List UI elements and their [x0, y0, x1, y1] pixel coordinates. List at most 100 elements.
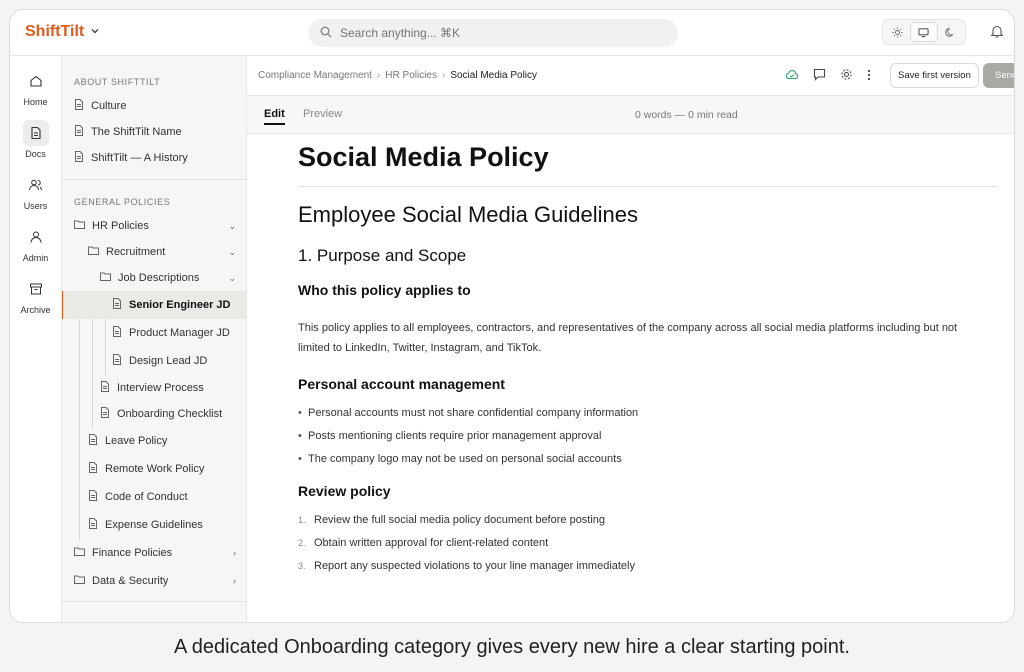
tab-preview[interactable]: Preview: [303, 108, 342, 120]
sidebar-item-label: Data & Security: [92, 575, 169, 587]
rail-home[interactable]: Home: [10, 56, 61, 108]
marketing-caption: A dedicated Onboarding category gives ev…: [174, 636, 850, 658]
save-first-version-button[interactable]: Save first version: [890, 63, 979, 88]
sidebar-item-label: Code of Conduct: [105, 491, 188, 503]
sidebar-folder-data-security[interactable]: Data & Security ›: [62, 567, 246, 595]
workspace-switcher[interactable]: ShiftTilt: [25, 23, 100, 41]
more-vertical-icon[interactable]: [867, 69, 871, 84]
section-title-general: GENERAL POLICIES: [74, 197, 171, 207]
sidebar-item-name[interactable]: The ShiftTilt Name: [62, 119, 246, 145]
search-bar[interactable]: [308, 19, 678, 47]
sidebar-item-label: The ShiftTilt Name: [91, 126, 182, 138]
folder-icon: [74, 575, 85, 587]
heading-4-review[interactable]: Review policy: [298, 483, 998, 499]
list-item[interactable]: The company logo may not be used on pers…: [298, 451, 998, 474]
list-number: 1.: [298, 515, 306, 525]
search-input[interactable]: [340, 26, 640, 40]
sidebar-folder-finance[interactable]: Finance Policies ›: [62, 539, 246, 567]
document-icon: [74, 151, 84, 165]
list-item-text: Report any suspected violations to your …: [314, 560, 635, 572]
sidebar-item-label: Remote Work Policy: [105, 463, 205, 475]
sidebar-item-code-of-conduct[interactable]: Code of Conduct: [62, 483, 246, 511]
admin-icon: [23, 224, 49, 250]
gear-icon[interactable]: [840, 68, 853, 84]
document-icon: [88, 518, 98, 532]
document-icon: [100, 381, 110, 395]
document-icon: [100, 407, 110, 421]
numbered-list: 1. Review the full social media policy do…: [298, 512, 998, 581]
list-number: 3.: [298, 561, 306, 571]
chevron-down-icon: ⌄: [228, 246, 236, 257]
breadcrumb-item[interactable]: Compliance Management: [258, 70, 372, 81]
monitor-icon[interactable]: [910, 22, 938, 42]
chevron-down-icon: [90, 25, 100, 39]
heading-4-applies[interactable]: Who this policy applies to: [298, 282, 998, 298]
sidebar-folder-job-descriptions[interactable]: Job Descriptions ⌄: [62, 265, 246, 291]
comment-icon[interactable]: [813, 68, 826, 84]
list-item[interactable]: 3. Report any suspected violations to you…: [298, 558, 998, 581]
sidebar-item-culture[interactable]: Culture: [62, 93, 246, 119]
list-item[interactable]: Personal accounts must not share confide…: [298, 405, 998, 428]
sidebar-item-leave-policy[interactable]: Leave Policy: [62, 427, 246, 455]
sidebar-item-label: Senior Engineer JD: [129, 299, 231, 311]
document-icon: [74, 99, 84, 113]
breadcrumb-separator: ›: [376, 70, 381, 81]
sidebar-item-label: Product Manager JD: [129, 327, 230, 339]
list-number: 2.: [298, 538, 306, 548]
sidebar-item-expense-guidelines[interactable]: Expense Guidelines: [62, 511, 246, 539]
sidebar-folder-hr[interactable]: HR Policies ⌄: [62, 213, 246, 239]
list-item[interactable]: 2. Obtain written approval for client-rel…: [298, 535, 998, 558]
sidebar-item-history[interactable]: ShiftTilt — A History: [62, 145, 246, 171]
chevron-down-icon: ⌄: [228, 272, 236, 283]
heading-4-personal[interactable]: Personal account management: [298, 376, 998, 392]
list-item-text: Review the full social media policy docu…: [314, 514, 606, 526]
list-item[interactable]: 1. Review the full social media policy do…: [298, 512, 998, 535]
folder-icon: [74, 220, 85, 232]
document-icon: [74, 125, 84, 139]
heading-3[interactable]: 1. Purpose and Scope: [298, 246, 998, 266]
bell-icon[interactable]: [990, 24, 1004, 44]
sidebar-item-label: Recruitment: [106, 246, 166, 258]
sidebar-item-interview-process[interactable]: Interview Process: [62, 375, 246, 401]
sidebar-item-senior-engineer-jd[interactable]: Senior Engineer JD: [62, 291, 246, 319]
send-button[interactable]: Send: [983, 63, 1014, 88]
rail-archive[interactable]: Archive: [10, 264, 61, 316]
heading-2[interactable]: Employee Social Media Guidelines: [298, 202, 998, 228]
document-icon: [22, 120, 49, 146]
breadcrumb: Compliance Management › HR Policies › So…: [247, 56, 1014, 96]
scope-paragraph[interactable]: This policy applies to all employees, co…: [298, 318, 988, 358]
sidebar-item-label: Design Lead JD: [129, 355, 208, 367]
rail-admin[interactable]: Admin: [10, 212, 61, 264]
document-body[interactable]: Social Media Policy Employee Social Medi…: [298, 142, 998, 581]
title-divider: [298, 186, 998, 187]
sidebar-folder-recruitment[interactable]: Recruitment ⌄: [62, 239, 246, 265]
brand-logo: ShiftTilt: [25, 23, 85, 40]
sidebar-item-label: ShiftTilt — A History: [91, 152, 188, 164]
document-title[interactable]: Social Media Policy: [298, 142, 998, 176]
rail-label: Home: [23, 97, 48, 107]
moon-icon[interactable]: [938, 22, 963, 42]
breadcrumb-item[interactable]: HR Policies: [385, 70, 437, 81]
sidebar-item-label: HR Policies: [92, 220, 149, 232]
sun-icon[interactable]: [885, 22, 910, 42]
sidebar-item-design-lead-jd[interactable]: Design Lead JD: [62, 347, 246, 375]
folder-icon: [74, 547, 85, 559]
app-window: ShiftTilt Search anything... ⌘K Home Doc…: [9, 9, 1015, 623]
rail-users[interactable]: Users: [10, 160, 61, 212]
editor-tabs: Edit Preview 0 words — 0 min read: [247, 96, 1014, 134]
sidebar-item-remote-work-policy[interactable]: Remote Work Policy: [62, 455, 246, 483]
document-icon: [88, 434, 98, 448]
sidebar-item-product-manager-jd[interactable]: Product Manager JD: [62, 319, 246, 347]
breadcrumb-separator: ›: [441, 70, 446, 81]
rail-docs[interactable]: Docs: [10, 108, 61, 160]
theme-toggle[interactable]: [882, 19, 966, 45]
tab-edit[interactable]: Edit: [264, 108, 285, 125]
sidebar-item-onboarding-checklist[interactable]: Onboarding Checklist: [62, 401, 246, 427]
rail-label: Admin: [22, 253, 49, 263]
doc-tools: [785, 68, 871, 84]
list-item[interactable]: Posts mentioning clients require prior m…: [298, 428, 998, 451]
document-icon: [112, 298, 122, 312]
section-title-about: ABOUT SHIFTTILT: [74, 77, 161, 87]
document-icon: [88, 462, 98, 476]
home-icon: [23, 68, 49, 94]
